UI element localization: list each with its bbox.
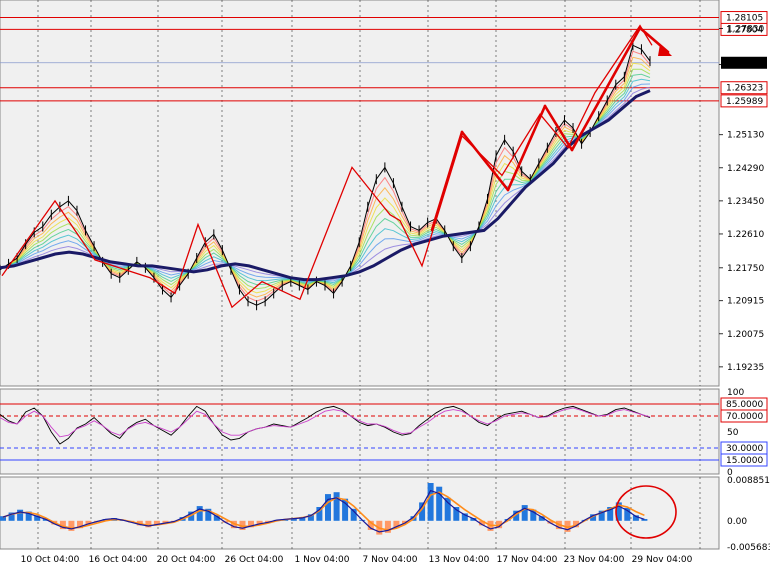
macd-bar-23 [196,506,203,521]
macd-tick-label-2: -0.005683 [727,543,770,553]
chart-canvas: 1.281051.278041.263231.259891.26957 85.0… [0,0,770,568]
osc-level-label-0: 85.0000 [726,400,763,410]
macd-bar-2 [17,509,24,521]
x-tick-label-5: 7 Nov 04:00 [363,555,418,565]
x-tick-label-0: 10 Oct 04:00 [21,555,80,565]
price-tick-label-1: 1.26910 [727,61,764,71]
red-level-label-3: 1.25989 [726,97,763,107]
x-tick-label-7: 17 Nov 04:00 [497,555,558,565]
x-tick-label-6: 13 Nov 04:00 [429,555,490,565]
price-tick-label-8: 1.20075 [727,330,764,340]
macd-bar-39 [333,492,340,521]
osc-level-label-3: 15.0000 [726,456,763,466]
osc-level-label-2: 30.0000 [726,444,763,454]
osc-tick-label-0: 100 [727,388,744,398]
x-tick-label-4: 1 Nov 04:00 [295,555,350,565]
red-level-label-0: 1.28105 [726,14,763,24]
osc-tick-label-1: 50 [727,428,739,438]
macd-bar-52 [444,497,451,521]
macd-bar-61 [521,505,528,521]
osc-level-label-1: 70.0000 [726,412,763,422]
price-tick-label-9: 1.19235 [727,363,764,373]
price-tick-label-0: 1.27830 [727,24,764,34]
x-tick-label-9: 29 Nov 04:00 [632,555,693,565]
oscillator-panel [0,388,720,475]
x-tick-label-3: 26 Oct 04:00 [225,555,284,565]
price-tick-label-4: 1.23450 [727,197,764,207]
macd-tick-label-1: 0.00 [727,517,747,527]
x-tick-label-1: 16 Oct 04:00 [89,555,148,565]
price-tick-label-7: 1.20915 [727,297,764,307]
x-tick-label-2: 20 Oct 04:00 [157,555,216,565]
macd-bar-38 [325,494,331,521]
price-panel [0,0,720,387]
price-tick-label-6: 1.21750 [727,264,764,274]
macd-bar-50 [427,483,434,521]
x-tick-label-8: 23 Nov 04:00 [564,555,625,565]
red-level-label-2: 1.26323 [726,84,763,94]
macd-tick-label-0: 0.0088517 [727,476,770,486]
price-tick-label-2: 1.25130 [727,131,764,141]
price-tick-label-5: 1.22610 [727,230,764,240]
price-tick-label-3: 1.24290 [727,164,764,174]
